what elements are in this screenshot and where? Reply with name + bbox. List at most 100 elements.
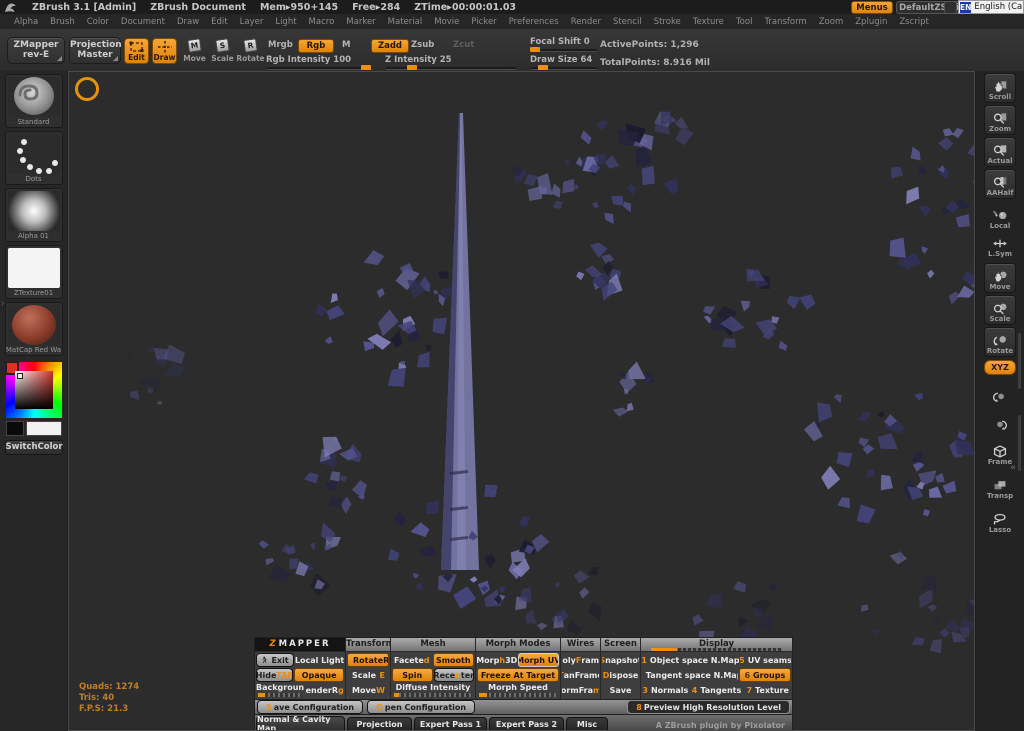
groups-button[interactable]: 6Groups bbox=[739, 668, 791, 682]
normals-button[interactable]: 3Normals bbox=[642, 683, 689, 697]
left-tray-handle[interactable]: › bbox=[1, 299, 5, 309]
shelf-scroll-button[interactable]: Scroll bbox=[984, 73, 1016, 103]
renderrgn-button[interactable]: RenderRgn bbox=[305, 683, 344, 697]
secondary-color-swatch[interactable] bbox=[6, 421, 24, 436]
slider-track[interactable] bbox=[479, 693, 557, 697]
menu-movie[interactable]: Movie bbox=[434, 17, 459, 27]
menu-picker[interactable]: Picker bbox=[471, 17, 496, 27]
shelf-rotate-y-icon[interactable] bbox=[984, 378, 1016, 404]
slider-track[interactable] bbox=[258, 693, 302, 697]
shelf-aahalf-button[interactable]: AAHalf bbox=[984, 169, 1016, 199]
tanframe-button[interactable]: TanFrame bbox=[562, 668, 599, 682]
slider-handle[interactable] bbox=[361, 65, 371, 70]
smooth-button[interactable]: Smooth bbox=[433, 653, 475, 667]
display-header-slider[interactable] bbox=[651, 648, 782, 651]
projection-master-button[interactable]: ProjectionMaster bbox=[69, 37, 121, 64]
shelf-scale-button[interactable]: Scale bbox=[984, 295, 1016, 325]
freeze-at-target-button[interactable]: Freeze At Target bbox=[477, 668, 559, 682]
edit-button[interactable]: Edit bbox=[124, 38, 149, 64]
thumbnail-alpha-01[interactable]: Alpha 01 bbox=[5, 188, 63, 242]
z-intensity-slider[interactable] bbox=[386, 67, 516, 69]
menu-color[interactable]: Color bbox=[87, 17, 109, 27]
opaque-button[interactable]: Opaque bbox=[294, 668, 344, 682]
shelf-l-sym-button[interactable]: L.Sym bbox=[984, 232, 1016, 258]
polyframe-button[interactable]: PolyFrame bbox=[562, 653, 599, 667]
uv-seams-button[interactable]: 5UV seams bbox=[740, 653, 791, 667]
tab-misc[interactable]: Misc bbox=[566, 717, 608, 730]
tangents-button[interactable]: 4Tangents bbox=[690, 683, 744, 697]
local-light-button[interactable]: Local Light bbox=[295, 653, 344, 667]
recenter-button[interactable]: Recenter bbox=[434, 668, 475, 682]
shelf-transp-button[interactable]: Transp bbox=[984, 474, 1016, 500]
right-tray-scrollbar[interactable] bbox=[1018, 333, 1021, 471]
mrgb-button[interactable]: Mrgb bbox=[263, 39, 298, 51]
menu-layer[interactable]: Layer bbox=[240, 17, 264, 27]
draw-button[interactable]: Draw bbox=[152, 38, 177, 64]
slider-handle[interactable] bbox=[538, 65, 548, 70]
saturation-value-square[interactable] bbox=[15, 371, 53, 409]
menu-edit[interactable]: Edit bbox=[211, 17, 227, 27]
right-tray-handle[interactable]: « bbox=[1010, 463, 1016, 473]
language-bar[interactable]: EN English (Can bbox=[958, 0, 1024, 14]
menu-stencil[interactable]: Stencil bbox=[613, 17, 642, 27]
color-picker[interactable] bbox=[6, 362, 62, 418]
menu-macro[interactable]: Macro bbox=[309, 17, 335, 27]
slider-track[interactable] bbox=[394, 693, 472, 697]
diffuse-intensity-slider[interactable]: Diffuse Intensity bbox=[392, 683, 474, 697]
menu-zplugin[interactable]: Zplugin bbox=[855, 17, 887, 27]
shelf-zoom-button[interactable]: Zoom bbox=[984, 105, 1016, 135]
menu-marker[interactable]: Marker bbox=[346, 17, 375, 27]
menu-zoom[interactable]: Zoom bbox=[819, 17, 844, 27]
focal-shift-slider[interactable] bbox=[531, 49, 597, 51]
tab-expert-pass-2[interactable]: Expert Pass 2 bbox=[489, 717, 564, 730]
switch-color-button[interactable]: SwitchColor bbox=[5, 440, 63, 455]
tab-projection[interactable]: Projection bbox=[347, 717, 412, 730]
zcut-button[interactable]: Zcut bbox=[448, 39, 479, 51]
morph-uv-button[interactable]: Morph UV bbox=[518, 653, 560, 667]
background-slider[interactable]: Background bbox=[256, 683, 304, 697]
shelf-rotate-z-icon[interactable] bbox=[984, 406, 1016, 432]
menu-document[interactable]: Document bbox=[121, 17, 165, 27]
menu-draw[interactable]: Draw bbox=[177, 17, 199, 27]
menu-brush[interactable]: Brush bbox=[50, 17, 75, 27]
menu-render[interactable]: Render bbox=[571, 17, 601, 27]
object-space-n-map-button[interactable]: 1Object space N.Map bbox=[642, 653, 739, 667]
texture-button[interactable]: 7Texture bbox=[744, 683, 791, 697]
dispose-button[interactable]: Dispose bbox=[602, 668, 639, 682]
move-button[interactable]: M Move bbox=[182, 38, 207, 64]
menu-tool[interactable]: Tool bbox=[736, 17, 753, 27]
spin-button[interactable]: Spin bbox=[392, 668, 433, 682]
shelf-local-button[interactable]: Local bbox=[984, 204, 1016, 230]
shelf-rotate-button[interactable]: Rotate bbox=[984, 327, 1016, 357]
rotate-button[interactable]: RotateR bbox=[347, 653, 389, 667]
hide-tab-button[interactable]: Hide TAB bbox=[256, 668, 293, 682]
menu-texture[interactable]: Texture bbox=[693, 17, 724, 27]
m-button[interactable]: M bbox=[337, 39, 355, 51]
thumbnail-standard[interactable]: Standard bbox=[5, 74, 63, 128]
tab-expert-pass-1[interactable]: Expert Pass 1 bbox=[414, 717, 487, 730]
thumbnail-dots[interactable]: Dots bbox=[5, 131, 63, 185]
document-canvas[interactable]: Quads: 1274 Tris: 40 F.P.S: 21.3 ZMAPPER… bbox=[68, 71, 975, 731]
titlebar-spacer-button[interactable] bbox=[944, 1, 957, 14]
menu-transform[interactable]: Transform bbox=[764, 17, 806, 27]
rotate-button[interactable]: R Rotate bbox=[238, 38, 263, 64]
main-color-swatch[interactable] bbox=[26, 421, 62, 436]
preview-high-resolution-level-button[interactable]: 8Preview High Resolution Level bbox=[627, 700, 790, 714]
tab-normal-cavity-map[interactable]: Normal & Cavity Map bbox=[256, 716, 345, 730]
tangent-space-n-map-button[interactable]: 2Tangent space N.Map bbox=[642, 668, 738, 682]
move-button[interactable]: MoveW bbox=[347, 683, 389, 697]
shelf-lasso-button[interactable]: Lasso bbox=[984, 508, 1016, 534]
normframe-button[interactable]: NormFrame bbox=[562, 683, 599, 697]
thumbnail-matcap-red-wa[interactable]: MatCap Red Wa bbox=[5, 302, 63, 356]
save-button[interactable]: Save bbox=[602, 683, 639, 697]
exit-button[interactable]: Exit bbox=[256, 653, 294, 667]
scale-button[interactable]: ScaleE bbox=[347, 668, 389, 682]
rgb-intensity-slider[interactable] bbox=[267, 67, 373, 69]
shelf-xyz-button[interactable]: XYZ bbox=[984, 360, 1016, 375]
rgb-button[interactable]: Rgb bbox=[298, 39, 334, 53]
draw-size-slider[interactable] bbox=[531, 67, 597, 69]
thumbnail-ztexture01[interactable]: ZTexture01 bbox=[5, 245, 63, 299]
slider-handle[interactable] bbox=[530, 47, 540, 52]
morph-speed-slider[interactable]: Morph Speed bbox=[477, 683, 559, 697]
morph-3d-button[interactable]: Morph 3D bbox=[477, 653, 517, 667]
